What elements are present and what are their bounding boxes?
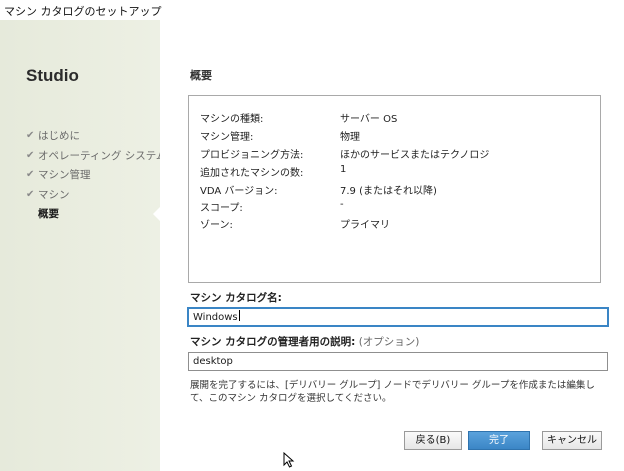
catalog-name-label-text: マシン カタログ名: [190, 292, 282, 304]
info-note: 展開を完了するには、[デリバリー グループ] ノードでデリバリー グループを作成… [190, 380, 595, 404]
summary-value: - [340, 199, 344, 210]
summary-label: VDA バージョン: [200, 186, 278, 197]
summary-row: マシンの種類: サーバー OS [200, 110, 397, 125]
check-icon: ✔ [26, 188, 35, 200]
step-operating-system[interactable]: ✔ オペレーティング システム [26, 146, 166, 166]
summary-label: ゾーン: [200, 220, 233, 231]
description-input[interactable]: desktop [188, 352, 608, 371]
description-value: desktop [193, 356, 233, 367]
catalog-name-value: Windows [193, 312, 238, 323]
summary-row: プロビジョニング方法: ほかのサービスまたはテクノロジ [200, 146, 489, 161]
text-caret [238, 310, 240, 321]
description-label-text: マシン カタログの管理者用の説明: [190, 336, 356, 348]
check-icon: ✔ [26, 169, 35, 181]
summary-label: 追加されたマシンの数: [200, 168, 304, 179]
step-label: マシン管理 [38, 169, 91, 182]
step-label: はじめに [38, 130, 80, 143]
summary-row: 追加されたマシンの数: 1 [200, 164, 346, 179]
summary-value: 物理 [340, 132, 360, 143]
title-bar: マシン カタログのセットアップ [0, 0, 624, 20]
summary-label: マシンの種類: [200, 114, 264, 125]
summary-row: VDA バージョン: 7.9 (またはそれ以降) [200, 182, 437, 197]
description-label: マシン カタログの管理者用の説明: (オプション) [190, 334, 419, 349]
summary-value: 7.9 (またはそれ以降) [340, 186, 437, 197]
step-machine-management[interactable]: ✔ マシン管理 [26, 165, 166, 185]
step-label: マシン [38, 188, 70, 201]
catalog-name-input[interactable]: Windows [187, 307, 609, 327]
wizard-sidebar [0, 20, 161, 471]
catalog-name-label: マシン カタログ名: [190, 290, 282, 305]
summary-label: マシン管理: [200, 132, 254, 143]
check-icon: ✔ [26, 130, 35, 142]
summary-label: プロビジョニング方法: [200, 150, 304, 161]
summary-value: サーバー OS [340, 114, 398, 125]
step-label: オペレーティング システム [38, 149, 167, 162]
back-button[interactable]: 戻る(B) [404, 431, 462, 450]
summary-row: ゾーン: プライマリ [200, 216, 390, 231]
summary-value: ほかのサービスまたはテクノロジ [340, 150, 490, 161]
finish-button[interactable]: 完了 [468, 431, 530, 450]
mouse-cursor-icon [283, 452, 295, 468]
summary-value: 1 [340, 164, 347, 175]
summary-label: スコープ: [200, 203, 243, 214]
summary-row: スコープ: - [200, 199, 344, 214]
check-icon: ✔ [26, 149, 35, 161]
step-introduction[interactable]: ✔ はじめに [26, 126, 166, 146]
page-title: 概要 [190, 69, 212, 82]
studio-brand: Studio [26, 66, 79, 85]
step-machines[interactable]: ✔ マシン [26, 185, 166, 205]
description-optional: (オプション) [358, 336, 420, 348]
window-title: マシン カタログのセットアップ [4, 5, 162, 18]
summary-value: プライマリ [340, 220, 390, 231]
wizard-steps: ✔ はじめに ✔ オペレーティング システム ✔ マシン管理 ✔ マシン 概要 [26, 126, 166, 224]
step-summary[interactable]: 概要 [26, 204, 166, 224]
summary-row: マシン管理: 物理 [200, 128, 360, 143]
cancel-button[interactable]: キャンセル [542, 431, 602, 450]
summary-panel: マシンの種類: サーバー OS マシン管理: 物理 プロビジョニング方法: ほか… [188, 95, 601, 283]
